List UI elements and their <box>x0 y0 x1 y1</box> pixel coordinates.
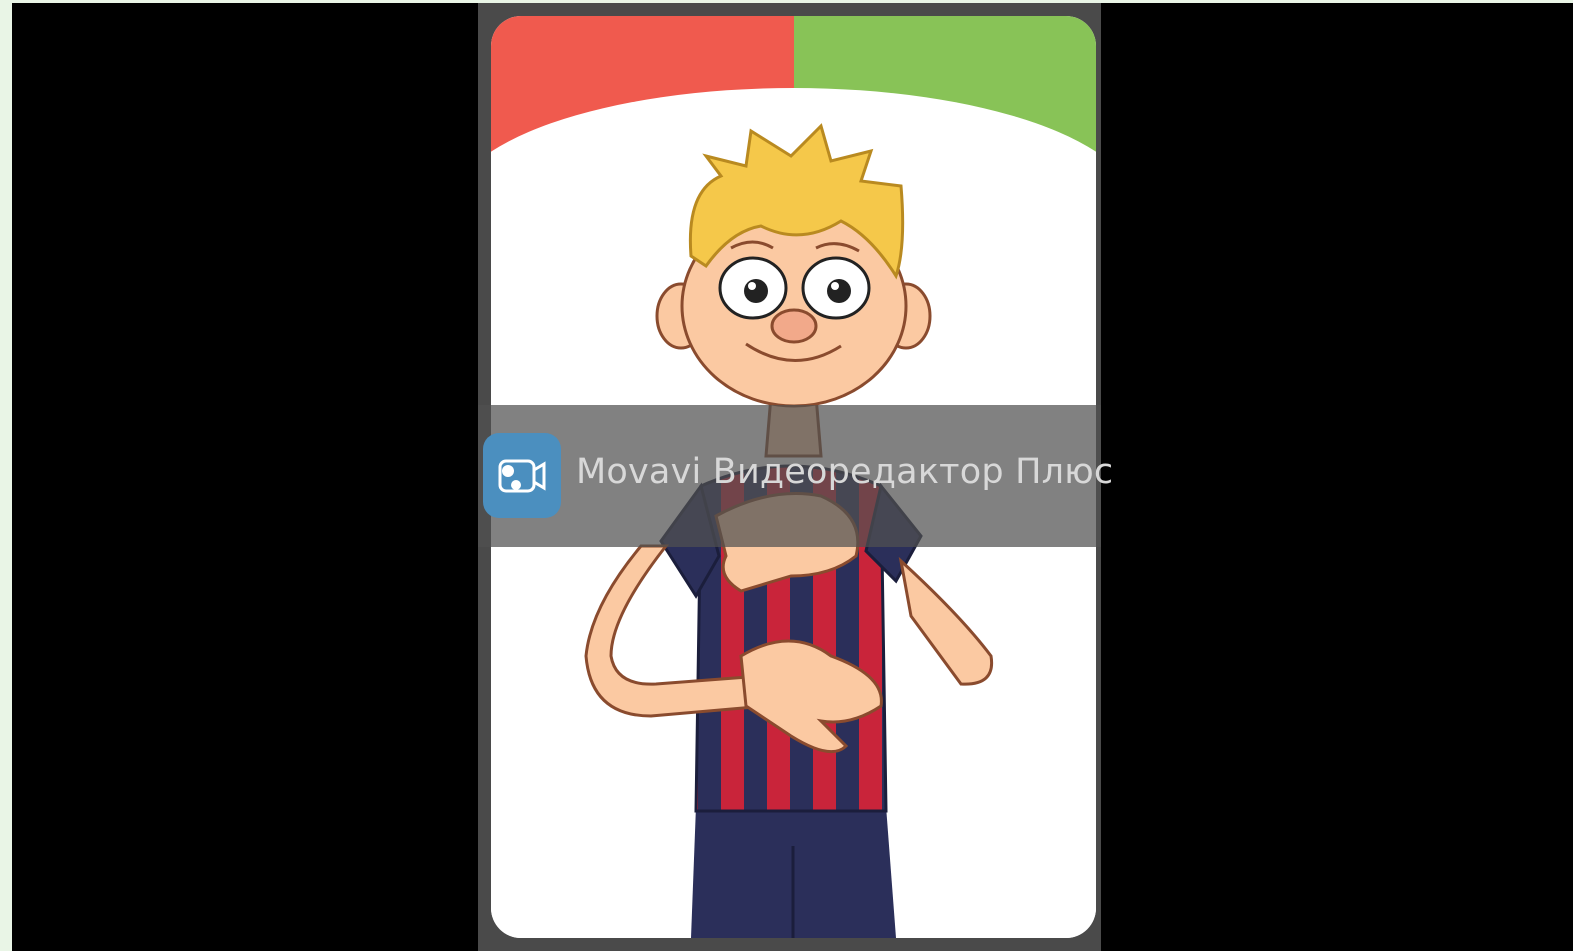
movavi-camera-icon <box>483 433 561 518</box>
right-arm <box>898 556 994 686</box>
nose <box>770 308 818 344</box>
camera-glyph <box>498 459 546 492</box>
watermark-text: Movavi Видеоредактор Плюс <box>576 452 1114 492</box>
